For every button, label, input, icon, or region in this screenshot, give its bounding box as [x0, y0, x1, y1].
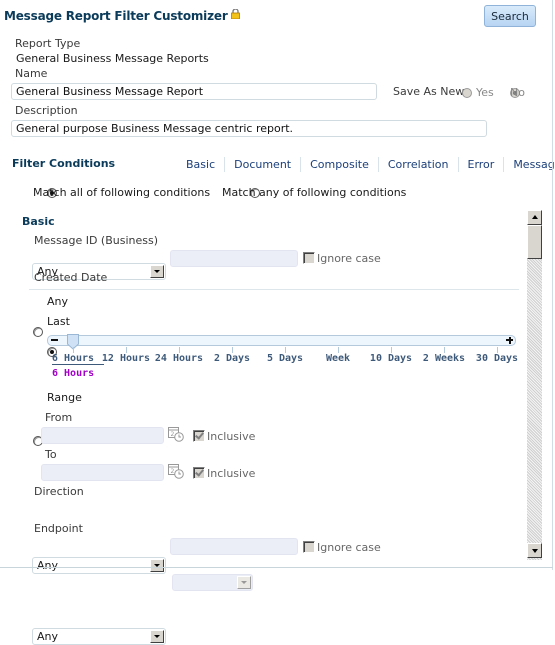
- slider-tick-label[interactable]: Week: [326, 353, 350, 364]
- slider-tick-label[interactable]: 2 Days: [214, 353, 250, 364]
- save-as-new-label: Save As New: [393, 85, 465, 98]
- slider-selected-underline: [52, 364, 104, 365]
- endpoint-label: Endpoint: [34, 522, 83, 535]
- page-title-text: Message Report Filter Customizer: [4, 9, 228, 23]
- description-input[interactable]: General purpose Business Message centric…: [11, 120, 487, 137]
- from-inclusive-checkbox[interactable]: [193, 430, 205, 442]
- tab-composite[interactable]: Composite: [300, 157, 378, 172]
- slider-tick-label[interactable]: 2 Weeks: [423, 353, 465, 364]
- save-as-new-yes-radio[interactable]: [462, 88, 472, 98]
- time-slider-track[interactable]: [47, 335, 516, 346]
- report-type-label: Report Type: [15, 37, 81, 50]
- from-inclusive: Inclusive: [193, 429, 255, 443]
- calendar-icon[interactable]: 2: [168, 463, 184, 479]
- match-all-label: Match all of following conditions: [33, 186, 211, 199]
- from-inclusive-label: Inclusive: [207, 429, 256, 443]
- direction-value: Any: [37, 559, 59, 572]
- endpoint-operator-value: Any: [37, 630, 59, 643]
- search-button[interactable]: Search: [484, 5, 536, 27]
- slider-tick-label[interactable]: 24 Hours: [155, 353, 203, 364]
- slider-tick-label[interactable]: 30 Days: [476, 353, 518, 364]
- message-id-value-input[interactable]: [170, 250, 298, 267]
- chevron-down-icon[interactable]: [237, 576, 251, 589]
- scroll-up-arrow-icon[interactable]: [527, 210, 542, 225]
- ignore-case-checkbox[interactable]: [303, 252, 315, 264]
- chevron-down-icon[interactable]: [150, 559, 164, 572]
- minus-icon[interactable]: [51, 339, 58, 341]
- direction-select[interactable]: Any: [32, 557, 166, 574]
- page-title: Message Report Filter Customizer: [4, 8, 240, 23]
- date-range-label: Range: [47, 391, 82, 404]
- tab-basic[interactable]: Basic: [178, 157, 224, 172]
- message-id-label: Message ID (Business): [34, 234, 159, 247]
- message-id-ignore-case: Ignore case: [303, 251, 381, 265]
- basic-section-title: Basic: [22, 215, 55, 228]
- endpoint-ignore-case-checkbox[interactable]: [303, 541, 315, 553]
- save-as-new-yes-label: Yes: [476, 86, 494, 99]
- filter-conditions-title: Filter Conditions: [12, 157, 116, 170]
- slider-tick-label[interactable]: 5 Days: [267, 353, 303, 364]
- endpoint-ignore-case-label: Ignore case: [317, 540, 381, 554]
- name-input[interactable]: General Business Message Report: [11, 83, 377, 100]
- slider-tick-label[interactable]: 10 Days: [370, 353, 412, 364]
- chevron-down-icon[interactable]: [150, 630, 164, 643]
- date-any-radio[interactable]: [33, 327, 43, 337]
- date-any-label: Any: [47, 295, 69, 308]
- plus-icon-vertical: [508, 336, 511, 344]
- created-date-label: Created Date: [34, 271, 108, 284]
- chevron-down-icon[interactable]: [150, 265, 164, 278]
- filter-tabs: Basic Document Composite Correlation Err…: [178, 157, 555, 172]
- direction-secondary-select[interactable]: [172, 574, 253, 591]
- vertical-scrollbar[interactable]: [527, 210, 542, 560]
- endpoint-operator-select[interactable]: Any: [32, 628, 166, 645]
- to-inclusive-checkbox[interactable]: [193, 467, 205, 479]
- divider: [29, 289, 519, 290]
- date-last-label: Last: [47, 315, 70, 328]
- calendar-icon[interactable]: 2: [168, 426, 184, 442]
- slider-tick-label[interactable]: 6 Hours: [52, 353, 94, 364]
- tab-correlation[interactable]: Correlation: [377, 157, 458, 172]
- match-any-label: Match any of following conditions: [222, 186, 407, 199]
- from-date-input[interactable]: [41, 427, 164, 444]
- svg-text:2: 2: [171, 431, 175, 438]
- direction-label: Direction: [34, 485, 84, 498]
- scrollbar-thumb[interactable]: [527, 225, 542, 259]
- scroll-down-arrow-icon[interactable]: [527, 543, 542, 558]
- to-label: To: [45, 448, 57, 461]
- tab-document[interactable]: Document: [224, 157, 300, 172]
- endpoint-ignore-case: Ignore case: [303, 540, 381, 554]
- ignore-case-label: Ignore case: [317, 251, 381, 265]
- svg-text:2: 2: [171, 468, 175, 475]
- frame-border-right: [552, 0, 553, 570]
- to-inclusive: Inclusive: [193, 466, 255, 480]
- slider-selected-value: 6 Hours: [52, 368, 95, 379]
- lock-icon: [230, 8, 240, 20]
- report-type-value: General Business Message Reports: [16, 52, 209, 65]
- to-date-input[interactable]: [41, 464, 164, 481]
- description-label: Description: [15, 104, 78, 117]
- from-label: From: [45, 411, 73, 424]
- name-label: Name: [15, 67, 48, 80]
- frame-border-bottom: [0, 567, 553, 568]
- tab-message[interactable]: Message: [503, 157, 555, 172]
- tab-error[interactable]: Error: [457, 157, 504, 172]
- endpoint-value-input[interactable]: [170, 538, 298, 555]
- save-as-new-no-label: No: [510, 86, 525, 99]
- to-inclusive-label: Inclusive: [207, 466, 256, 480]
- slider-tick-label[interactable]: 12 Hours: [102, 353, 150, 364]
